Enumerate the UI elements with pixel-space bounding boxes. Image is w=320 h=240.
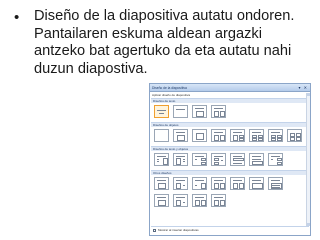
task-pane-scrollbar[interactable] [306, 93, 310, 226]
layout-other-4[interactable] [211, 177, 226, 190]
layout-other-2[interactable] [173, 177, 188, 190]
layout-content[interactable] [192, 129, 207, 142]
slide-bullet-text: Diseño de la diapositiva autatu ondoren.… [34, 8, 295, 77]
layout-other-7[interactable] [154, 194, 169, 207]
layout-blank[interactable] [154, 129, 169, 142]
section-text-layouts[interactable]: Diseños de texto [151, 98, 309, 103]
layout-title-slide[interactable] [154, 105, 169, 118]
layout-content-stacked[interactable] [230, 129, 245, 142]
task-pane-footer: Mostrar al insertar diapositivas [151, 226, 309, 234]
bullet-marker: • [14, 9, 20, 26]
layout-title-two-content[interactable] [211, 129, 226, 142]
layout-other-1[interactable] [154, 177, 169, 190]
layout-other-9[interactable] [192, 194, 207, 207]
task-pane-title: Diseño de la diapositiva [152, 86, 187, 90]
layout-title-only[interactable] [173, 105, 188, 118]
layout-other-3[interactable] [192, 177, 207, 190]
show-on-insert-checkbox[interactable] [153, 228, 156, 232]
layout-other-8[interactable] [173, 194, 188, 207]
layout-title-text[interactable] [192, 105, 207, 118]
slide-layout-task-pane: Diseño de la diapositiva ▾ ✕ Aplicar dis… [149, 83, 311, 236]
layout-text-content-5[interactable] [230, 153, 245, 166]
layout-other-table[interactable] [268, 177, 283, 190]
layout-four-content[interactable] [249, 129, 264, 142]
layout-title-content[interactable] [173, 129, 188, 142]
layout-other-6[interactable] [249, 177, 264, 190]
layout-text-content-7[interactable] [268, 153, 283, 166]
section-other-layouts[interactable]: Otros diseños [151, 170, 309, 175]
layout-text-content-4[interactable] [211, 153, 226, 166]
layout-two-columns-text[interactable] [211, 105, 226, 118]
layout-content-grid-alt[interactable] [287, 129, 302, 142]
layout-text-content-3[interactable] [192, 153, 207, 166]
task-pane-header-buttons[interactable]: ▾ ✕ [299, 86, 308, 90]
layout-text-content-6[interactable] [249, 153, 264, 166]
layout-text-content-2[interactable] [173, 153, 188, 166]
section-content-layouts[interactable]: Diseños de objetos [151, 122, 309, 127]
layout-text-content-1[interactable] [154, 153, 169, 166]
scroll-up-icon[interactable] [307, 93, 310, 96]
section-text-content-layouts[interactable]: Diseños de texto y objetos [151, 146, 309, 151]
layout-content-grid[interactable] [268, 129, 283, 142]
layout-other-5[interactable] [230, 177, 245, 190]
task-pane-header: Diseño de la diapositiva ▾ ✕ [150, 84, 310, 92]
show-on-insert-label: Mostrar al insertar diapositivas [158, 228, 199, 232]
layout-other-10[interactable] [211, 194, 226, 207]
